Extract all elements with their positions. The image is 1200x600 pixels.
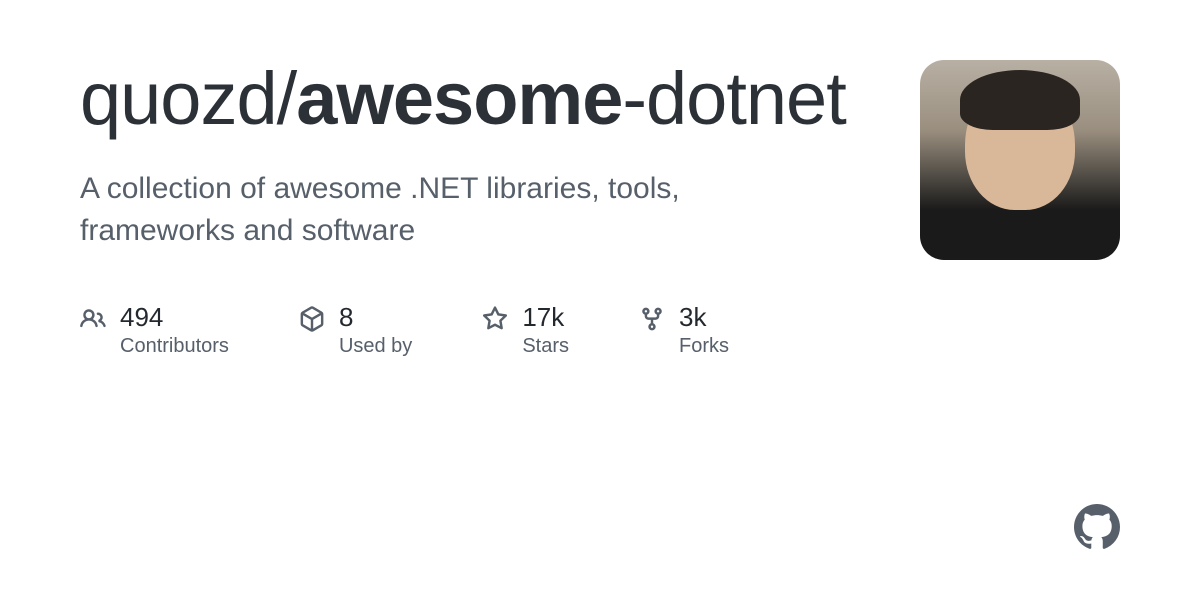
main-row: quozd/awesome-dotnet A collection of awe…: [80, 60, 1120, 358]
people-icon: [80, 306, 106, 332]
repo-slash: /: [277, 57, 297, 140]
contributors-label: Contributors: [120, 335, 229, 358]
repo-name-rest[interactable]: -dotnet: [622, 57, 845, 140]
stat-text: 494 Contributors: [120, 302, 229, 358]
stat-stars[interactable]: 17k Stars: [482, 302, 569, 358]
repo-name-bold[interactable]: awesome: [296, 57, 622, 140]
stat-text: 8 Used by: [339, 302, 412, 358]
repo-owner[interactable]: quozd: [80, 57, 277, 140]
contributors-count: 494: [120, 302, 229, 333]
forks-count: 3k: [679, 302, 729, 333]
stats-row: 494 Contributors 8 Used by 17k: [80, 302, 860, 358]
stars-count: 17k: [522, 302, 569, 333]
stat-text: 3k Forks: [679, 302, 729, 358]
forks-label: Forks: [679, 335, 729, 358]
usedby-count: 8: [339, 302, 412, 333]
stat-contributors[interactable]: 494 Contributors: [80, 302, 229, 358]
stat-text: 17k Stars: [522, 302, 569, 358]
repo-title: quozd/awesome-dotnet: [80, 60, 860, 138]
usedby-label: Used by: [339, 335, 412, 358]
avatar[interactable]: [920, 60, 1120, 260]
stat-usedby[interactable]: 8 Used by: [299, 302, 412, 358]
star-icon: [482, 306, 508, 332]
stat-forks[interactable]: 3k Forks: [639, 302, 729, 358]
repo-description: A collection of awesome .NET libraries, …: [80, 168, 810, 252]
fork-icon: [639, 306, 665, 332]
stars-label: Stars: [522, 335, 569, 358]
content-column: quozd/awesome-dotnet A collection of awe…: [80, 60, 860, 358]
package-icon: [299, 306, 325, 332]
github-logo-icon[interactable]: [1074, 504, 1120, 550]
